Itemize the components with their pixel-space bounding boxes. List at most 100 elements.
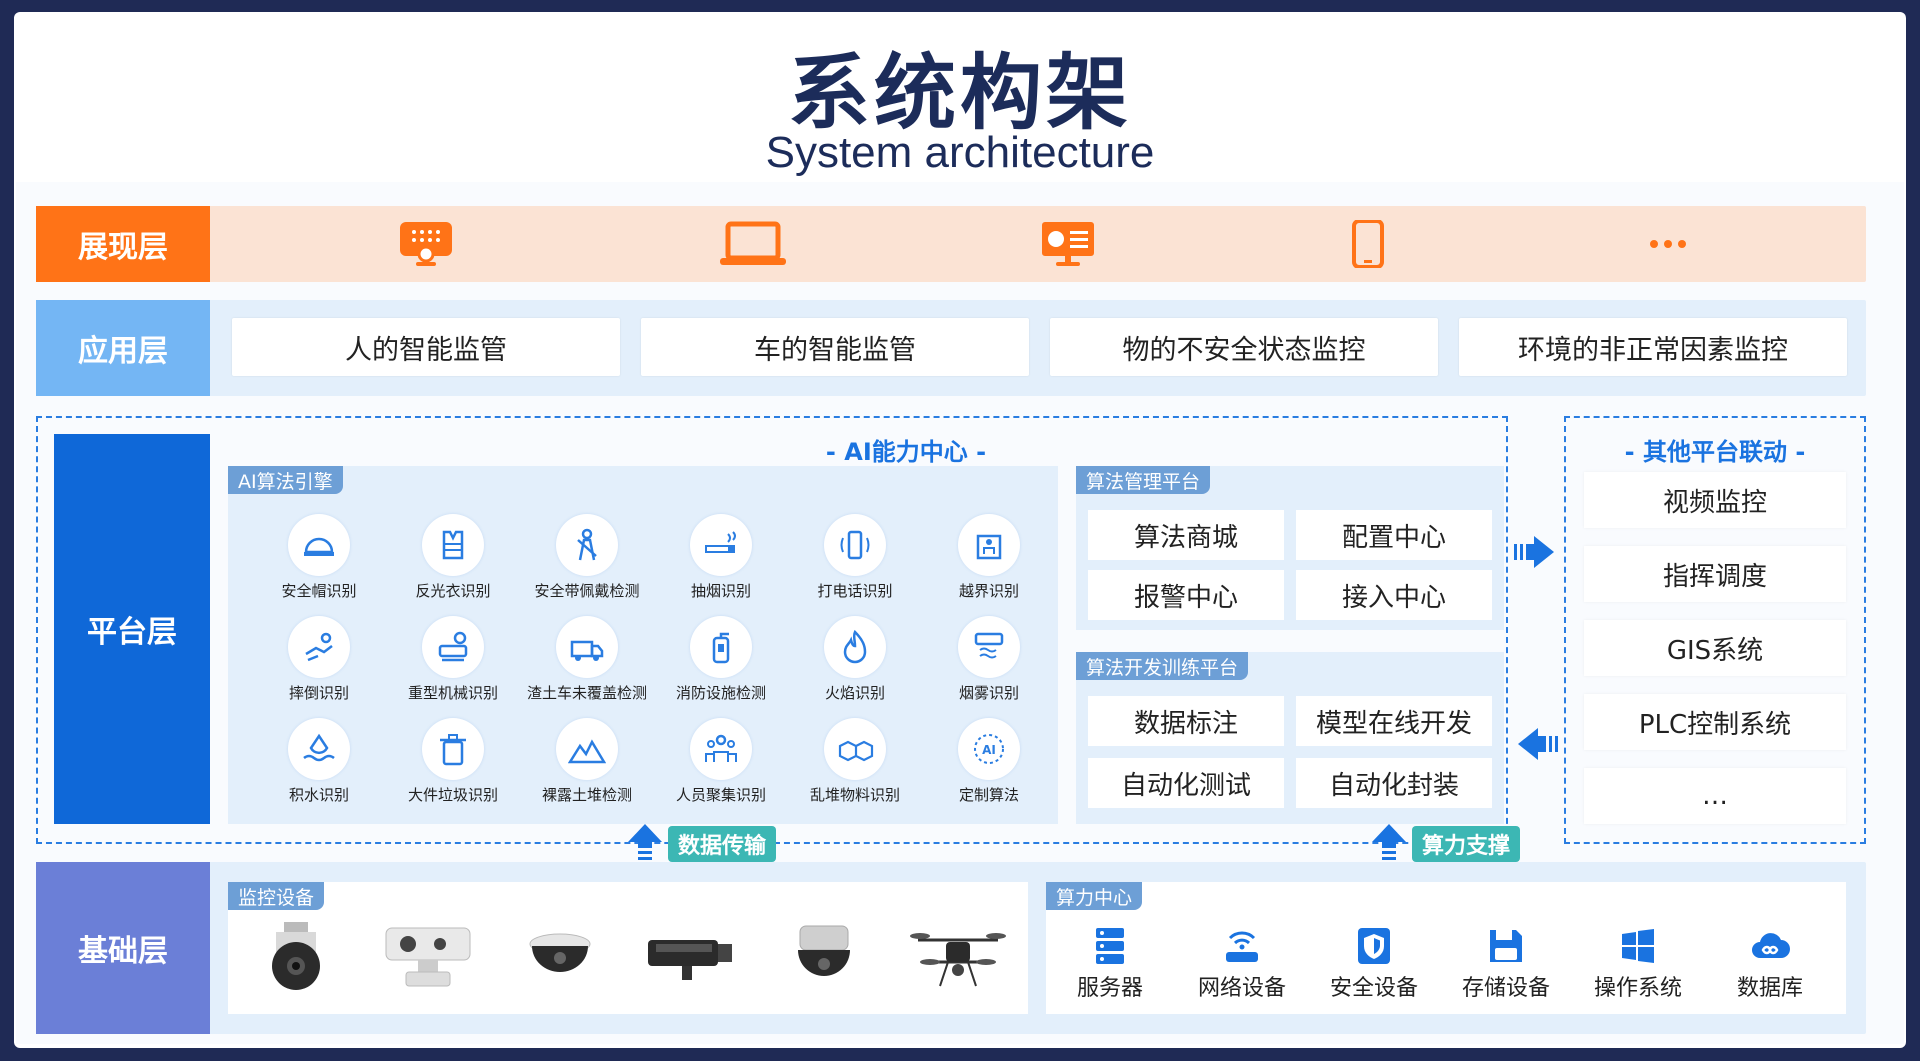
phone-icon [1348,220,1388,268]
arrow-left-icon [1518,728,1558,760]
data-transfer-label: 数据传输 [668,826,777,862]
network-device-item: 网络设备 [1182,926,1302,1006]
extinguisher-icon [690,616,752,678]
algorithm-tile: 烟雾识别 [922,612,1056,708]
compute-support-label: 算力支撑 [1412,826,1521,862]
monitor-icon [1040,220,1096,268]
thermal-ptz-camera-icon [378,922,478,992]
flame-icon [824,616,886,678]
storage-device-item: 存储设备 [1446,926,1566,1006]
architecture-diagram: 展现层 应用层 人的智能监管 车的智能监管 物的不安全状态监控 环境的非正常因素… [16,182,1904,1044]
app-item: 人的智能监管 [232,318,620,376]
slide: 系统构架 System architecture 展现层 应用层 人的智能监管 … [14,12,1906,1048]
ptz-dome-camera-icon [246,922,346,992]
algo-dev-title: 算法开发训练平台 [1076,652,1249,680]
algorithm-label: 烟雾识别 [958,684,1019,702]
dev-item: 模型在线开发 [1296,696,1492,746]
drone-icon [908,922,1008,992]
compute-item-label: 安全设备 [1329,976,1418,1001]
operating-system-item: 操作系统 [1578,926,1698,1006]
vest-icon [422,514,484,576]
boxes-icon [824,718,886,780]
ai-engine-title: AI算法引擎 [228,466,343,494]
shield-icon [1358,928,1390,964]
compute-item-label: 操作系统 [1593,976,1682,1001]
bullet-camera-icon [642,922,742,992]
platform-layer-label: 平台层 [54,434,210,824]
dev-item: 自动化封装 [1296,758,1492,808]
monitoring-devices-panel: 监控设备 [228,882,1028,1014]
bin-icon [422,718,484,780]
mgmt-item: 算法商城 [1088,510,1284,560]
crowd-icon [690,718,752,780]
security-device-item: 安全设备 [1314,926,1434,1006]
mgmt-item: 接入中心 [1296,570,1492,620]
compute-item-label: 存储设备 [1461,976,1550,1001]
presentation-layer-label: 展现层 [36,206,210,282]
algorithm-label: 越界识别 [958,582,1019,600]
cloud-database-icon [1752,933,1790,958]
ai-engine-panel: AI算法引擎 安全帽识别 反光衣识别 安全带佩戴检测 抽烟识别 打电话识别 越界识别 摔倒识… [228,466,1058,824]
algorithm-tile: AI 定制算法 [922,714,1056,810]
display-panel-icon [398,220,454,268]
smoke-icon [958,616,1020,678]
dome-camera-icon [510,922,610,992]
laptop-icon [718,220,788,268]
mgmt-item: 报警中心 [1088,570,1284,620]
application-layer: 应用层 人的智能监管 车的智能监管 物的不安全状态监控 环境的非正常因素监控 [36,300,1866,396]
compute-center-panel: 算力中心 服务器 网络设备 安全设备 存储设备 操作系统 数据库 [1046,882,1846,1014]
dev-item: 数据标注 [1088,696,1284,746]
data-transfer-flow: 数据传输 [628,824,777,864]
arrow-up-icon [1372,824,1406,860]
cigarette-icon [690,514,752,576]
floppy-disk-icon [1490,930,1522,962]
base-layer-label: 基础层 [36,862,210,1034]
seatbelt-icon [556,514,618,576]
other-platform-item: 视频监控 [1584,472,1846,528]
panoramic-camera-icon [774,922,874,992]
truck-icon [556,616,618,678]
other-platform-item: … [1584,768,1846,824]
phone-call-icon [824,514,886,576]
compute-support-flow: 算力支撑 [1372,824,1521,864]
water-icon [288,718,350,780]
app-item: 环境的非正常因素监控 [1459,318,1847,376]
ai-center-title: - AI能力中心 - [825,438,987,466]
app-item: 车的智能监管 [641,318,1029,376]
svg-text:AI: AI [982,743,996,757]
other-platforms-title: - 其他平台联动 - [1624,438,1806,466]
algo-dev-panel: 算法开发训练平台 数据标注 模型在线开发 自动化测试 自动化封装 [1076,652,1504,824]
boundary-icon [958,514,1020,576]
compute-item-label: 数据库 [1736,976,1803,1001]
monitoring-title: 监控设备 [228,882,325,910]
custom-ai-icon: AI [958,718,1020,780]
algo-mgmt-panel: 算法管理平台 算法商城 配置中心 报警中心 接入中心 [1076,466,1504,630]
database-item: 数据库 [1710,926,1830,1006]
algorithm-tile: 越界识别 [922,510,1056,606]
server-icon [1096,928,1124,964]
presentation-layer: 展现层 [36,206,1866,282]
windows-logo-icon [1622,929,1654,963]
algorithm-label: 定制算法 [958,786,1019,804]
other-platform-item: GIS系统 [1584,620,1846,676]
compute-center-title: 算力中心 [1046,882,1143,910]
arrow-up-icon [628,824,662,860]
arrow-right-icon [1514,536,1554,568]
compute-item-label: 网络设备 [1197,976,1286,1001]
algo-mgmt-title: 算法管理平台 [1076,466,1211,494]
dev-item: 自动化测试 [1088,758,1284,808]
app-item: 物的不安全状态监控 [1050,318,1438,376]
router-icon [1226,931,1258,962]
machinery-icon [422,616,484,678]
mgmt-item: 配置中心 [1296,510,1492,560]
compute-item-label: 服务器 [1076,976,1143,1001]
page-subtitle: System architecture [765,128,1155,177]
other-platform-item: PLC控制系统 [1584,694,1846,750]
helmet-icon [288,514,350,576]
more-icon [1640,220,1696,268]
server-item: 服务器 [1050,926,1170,1006]
fall-icon [288,616,350,678]
other-platform-item: 指挥调度 [1584,546,1846,602]
application-layer-label: 应用层 [36,300,210,396]
mound-icon [556,718,618,780]
